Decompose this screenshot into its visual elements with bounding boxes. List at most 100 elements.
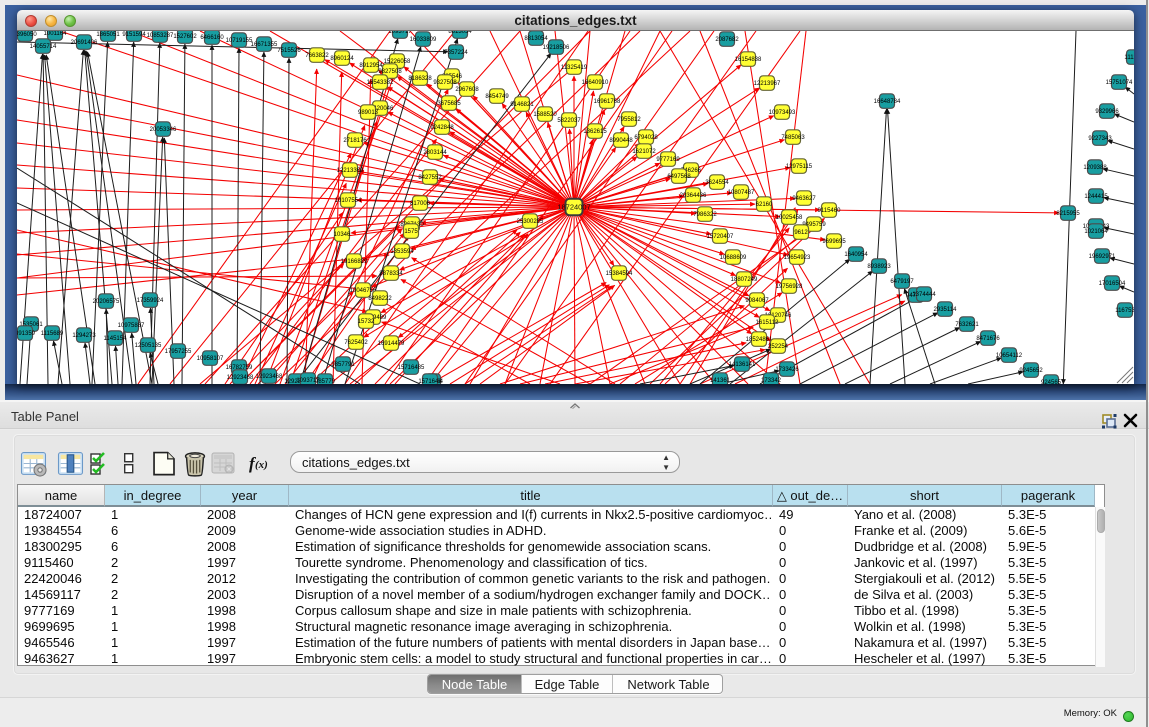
svg-text:15732: 15732: [358, 319, 375, 325]
svg-text:15384594: 15384594: [606, 271, 633, 277]
svg-text:141361: 141361: [710, 378, 731, 384]
svg-text:11325419: 11325419: [561, 65, 588, 71]
svg-text:817006: 817006: [410, 201, 431, 207]
svg-text:1093717: 1093717: [296, 378, 320, 384]
svg-text:7955812: 7955812: [617, 117, 641, 123]
svg-text:9463627: 9463627: [792, 196, 816, 202]
svg-text:8613054: 8613054: [448, 31, 472, 35]
svg-text:8471676: 8471676: [976, 336, 1000, 342]
svg-text:18807249: 18807249: [731, 277, 758, 283]
svg-text:14136141: 14136141: [729, 362, 756, 368]
svg-text:16671355: 16671355: [251, 42, 278, 48]
svg-text:16543382: 16543382: [367, 80, 394, 86]
svg-text:1353594: 1353594: [390, 249, 414, 255]
svg-text:2967608: 2967608: [455, 87, 479, 93]
svg-text:10807487: 10807487: [728, 190, 755, 196]
svg-text:8186328: 8186328: [408, 76, 432, 82]
svg-text:16033809: 16033809: [410, 37, 437, 43]
svg-text:17016504: 17016504: [1099, 281, 1126, 287]
svg-text:(x): (x): [255, 459, 268, 471]
svg-text:9146821: 9146821: [510, 102, 534, 108]
svg-text:391359: 391359: [17, 331, 36, 337]
svg-text:8427552: 8427552: [418, 175, 442, 181]
svg-text:9327508: 9327508: [433, 80, 457, 86]
svg-text:8938923: 8938923: [867, 264, 891, 270]
svg-text:15720407: 15720407: [707, 234, 734, 240]
svg-text:6497568: 6497568: [667, 174, 691, 180]
svg-text:16154838: 16154838: [735, 57, 762, 63]
svg-text:9084067: 9084067: [745, 298, 769, 304]
svg-text:25300285: 25300285: [517, 219, 544, 225]
svg-text:10654112: 10654112: [996, 353, 1023, 359]
svg-text:9612: 9612: [794, 230, 808, 236]
svg-text:7485063: 7485063: [781, 135, 805, 141]
svg-text:116753: 116753: [1115, 308, 1134, 314]
svg-text:15751074: 15751074: [1106, 80, 1133, 86]
svg-text:1093717: 1093717: [388, 31, 412, 35]
svg-text:20053346: 20053346: [150, 127, 177, 133]
svg-text:7357224: 7357224: [444, 50, 468, 56]
svg-text:1374444: 1374444: [912, 292, 936, 298]
svg-text:14055714: 14055714: [30, 44, 57, 50]
svg-text:6794028: 6794028: [634, 135, 658, 141]
svg-text:1209388: 1209388: [1083, 165, 1107, 171]
svg-text:2718176: 2718176: [343, 138, 367, 144]
svg-text:9227343: 9227343: [1088, 136, 1112, 142]
svg-text:2935114: 2935114: [934, 307, 958, 313]
svg-text:15716485: 15716485: [398, 365, 425, 371]
svg-text:10975887: 10975887: [118, 323, 145, 329]
svg-text:1571648: 1571648: [418, 379, 442, 384]
svg-text:9245652: 9245652: [1019, 368, 1043, 374]
svg-text:16648784: 16648784: [874, 99, 901, 105]
svg-text:8960124: 8960124: [330, 56, 354, 62]
svg-text:1294273: 1294273: [72, 333, 96, 339]
svg-text:2396050: 2396050: [17, 32, 37, 38]
svg-text:3624554: 3624554: [705, 180, 729, 186]
svg-text:12213369: 12213369: [337, 168, 364, 174]
svg-text:17957255: 17957255: [165, 349, 192, 355]
svg-text:1640954: 1640954: [844, 252, 868, 258]
svg-text:2087682: 2087682: [715, 37, 739, 43]
svg-text:8990448: 8990448: [609, 138, 633, 144]
svg-text:9115460: 9115460: [818, 208, 842, 214]
svg-text:19756928: 19756928: [776, 284, 803, 290]
svg-text:16640910: 16640910: [582, 80, 609, 86]
svg-text:10107554: 10107554: [335, 198, 362, 204]
svg-text:12213967: 12213967: [754, 81, 781, 87]
svg-text:1362615: 1362615: [583, 129, 607, 135]
svg-text:7663822: 7663822: [305, 53, 329, 59]
svg-text:5822037: 5822037: [557, 118, 581, 124]
svg-text:18524861: 18524861: [746, 337, 773, 343]
svg-text:10025458: 10025458: [776, 215, 803, 221]
svg-text:7632621: 7632621: [955, 322, 979, 328]
svg-text:16914479: 16914479: [378, 341, 405, 347]
svg-text:1115689: 1115689: [41, 331, 64, 337]
svg-text:6479197: 6479197: [890, 279, 914, 285]
svg-text:12505135: 12505135: [135, 343, 162, 349]
svg-text:1001164: 1001164: [44, 31, 68, 37]
svg-text:9329966: 9329966: [1095, 109, 1119, 115]
svg-text:12923468: 12923468: [256, 374, 283, 380]
svg-text:1621072: 1621072: [632, 149, 656, 155]
svg-text:9857791: 9857791: [331, 362, 355, 368]
svg-text:1145154: 1145154: [104, 336, 128, 342]
svg-text:8878334: 8878334: [379, 271, 403, 277]
svg-text:10853287: 10853287: [147, 33, 174, 39]
svg-text:6466160: 6466160: [200, 35, 224, 41]
svg-text:9242848: 9242848: [430, 125, 454, 131]
svg-text:1615112: 1615112: [756, 320, 780, 326]
svg-text:989013: 989013: [358, 110, 379, 116]
svg-text:7986322: 7986322: [693, 212, 717, 218]
svg-text:19654923: 19654923: [784, 255, 811, 261]
svg-text:17359924: 17359924: [137, 298, 164, 304]
svg-text:3675685: 3675685: [437, 101, 461, 107]
svg-text:20364436: 20364436: [680, 193, 707, 199]
svg-text:9699695: 9699695: [822, 239, 846, 245]
svg-text:111254: 111254: [1124, 55, 1134, 61]
svg-text:12923468: 12923468: [227, 375, 254, 381]
svg-text:1527602: 1527602: [173, 34, 197, 40]
svg-text:16961768: 16961768: [594, 99, 621, 105]
svg-text:7625402: 7625402: [344, 340, 368, 346]
svg-text:10973493: 10973493: [769, 110, 796, 116]
svg-text:10958107: 10958107: [197, 356, 224, 362]
